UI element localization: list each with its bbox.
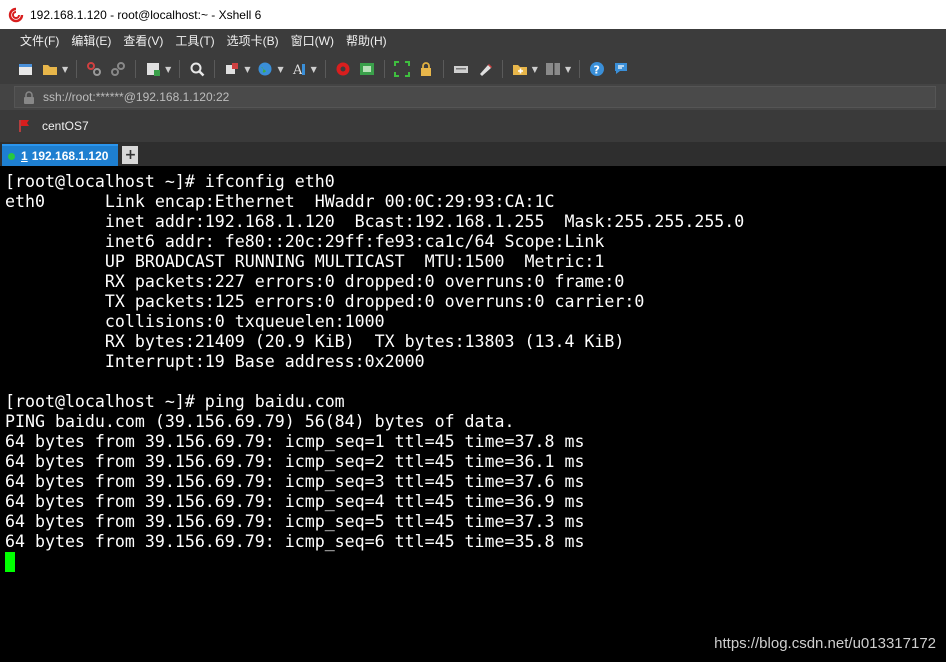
watermark: https://blog.csdn.net/u013317172 [714,635,936,652]
lock-icon[interactable] [417,60,435,78]
terminal-line: RX bytes:21409 (20.9 KiB) TX bytes:13803… [5,332,625,351]
session-bar: centOS7 [0,110,946,142]
menu-view[interactable]: 查看(V) [117,29,169,54]
reconnect-icon[interactable] [109,60,127,78]
toolbar-divider [501,60,503,78]
disconnect-icon[interactable] [85,60,103,78]
terminal-line: [root@localhost ~]# ifconfig eth0 [5,172,335,191]
folder-dropdown-icon[interactable]: ▼ [532,65,538,74]
font-dropdown-icon[interactable]: ▼ [311,65,317,74]
terminal-line: TX packets:125 errors:0 dropped:0 overru… [5,292,645,311]
highlight-icon[interactable] [476,60,494,78]
xftp-icon[interactable] [334,60,352,78]
session-link-centos7[interactable]: centOS7 [42,119,89,133]
tab-session[interactable]: 1 192.168.1.120 [2,144,119,166]
toolbar-divider [579,60,581,78]
connected-status-icon [8,152,15,160]
terminal-line: PING baidu.com (39.156.69.79) 56(84) byt… [5,412,515,431]
open-folder-icon[interactable] [41,60,59,78]
menu-edit[interactable]: 编辑(E) [65,29,117,54]
tab-number: 1 [21,149,28,163]
fullscreen-icon[interactable] [393,60,411,78]
transfer-dropdown-icon[interactable]: ▼ [244,65,250,74]
keyboard-icon[interactable] [452,60,470,78]
terminal-cursor [5,552,15,572]
globe-icon[interactable] [256,60,274,78]
title-bar: 192.168.1.120 - root@localhost:~ - Xshel… [0,0,946,29]
svg-text:A: A [292,63,303,77]
toolbar-divider [214,60,216,78]
terminal-line: UP BROADCAST RUNNING MULTICAST MTU:1500 … [5,252,605,271]
layout-icon[interactable] [544,60,562,78]
properties-icon[interactable] [144,60,162,78]
terminal-line: inet6 addr: fe80::20c:29ff:fe93:ca1c/64 … [5,232,605,251]
font-icon[interactable]: A [290,60,308,78]
properties-dropdown-icon[interactable]: ▼ [165,65,171,74]
svg-text:?: ? [594,64,600,77]
terminal-line: 64 bytes from 39.156.69.79: icmp_seq=1 t… [5,432,585,451]
lock-icon [24,90,34,104]
layout-dropdown-icon[interactable]: ▼ [565,65,571,74]
session-flag-icon[interactable] [18,119,32,133]
toolbar-divider [179,60,181,78]
menu-tabs[interactable]: 选项卡(B) [221,29,285,54]
terminal-line: 64 bytes from 39.156.69.79: icmp_seq=6 t… [5,532,585,551]
menu-file[interactable]: 文件(F) [14,29,65,54]
xshell-logo-icon [8,7,24,22]
new-session-icon[interactable] [17,60,35,78]
open-dropdown-icon[interactable]: ▼ [62,65,68,74]
search-icon[interactable] [188,60,206,78]
transfer-icon[interactable] [223,60,241,78]
toolbar: ▼ ▼ ▼ ▼ A ▼ ▼ ▼ ? [0,54,946,84]
new-tab-folder-icon[interactable] [511,60,529,78]
terminal-line: Interrupt:19 Base address:0x2000 [5,352,435,371]
terminal-prompt-line [5,552,946,572]
add-tab-button[interactable]: + [122,146,139,164]
address-field[interactable]: ssh://root:******@192.168.1.120:22 [14,86,936,108]
terminal-line: 64 bytes from 39.156.69.79: icmp_seq=2 t… [5,452,585,471]
terminal-line: inet addr:192.168.1.120 Bcast:192.168.1.… [5,212,745,231]
terminal-line: RX packets:227 errors:0 dropped:0 overru… [5,272,625,291]
toolbar-divider [76,60,78,78]
tab-label: 192.168.1.120 [31,149,109,163]
terminal-output: [root@localhost ~]# ifconfig eth0 eth0 Li… [5,172,946,552]
terminal-line: collisions:0 txqueuelen:1000 [5,312,395,331]
menu-window[interactable]: 窗口(W) [285,29,340,54]
toolbar-divider [442,60,444,78]
menu-bar: 文件(F) 编辑(E) 查看(V) 工具(T) 选项卡(B) 窗口(W) 帮助(… [0,29,946,54]
help-icon[interactable]: ? [588,60,606,78]
terminal-line: eth0 Link encap:Ethernet HWaddr 00:0C:29… [5,192,575,211]
terminal-line: [root@localhost ~]# ping baidu.com [5,392,345,411]
globe-dropdown-icon[interactable]: ▼ [277,65,283,74]
menu-help[interactable]: 帮助(H) [340,29,393,54]
address-text: ssh://root:******@192.168.1.120:22 [43,90,230,104]
chat-icon[interactable] [612,60,630,78]
terminal-line: 64 bytes from 39.156.69.79: icmp_seq=3 t… [5,472,585,491]
terminal-line: 64 bytes from 39.156.69.79: icmp_seq=4 t… [5,492,585,511]
toolbar-divider [324,60,326,78]
terminal-line: 64 bytes from 39.156.69.79: icmp_seq=5 t… [5,512,585,531]
terminal[interactable]: [root@localhost ~]# ifconfig eth0 eth0 Li… [0,166,946,662]
tab-bar: 1 192.168.1.120 + [0,142,946,166]
toolbar-divider [383,60,385,78]
toolbar-divider [135,60,137,78]
menu-tools[interactable]: 工具(T) [169,29,220,54]
address-bar: ssh://root:******@192.168.1.120:22 [0,84,946,110]
window-title: 192.168.1.120 - root@localhost:~ - Xshel… [30,7,262,22]
xmanager-icon[interactable] [358,60,376,78]
